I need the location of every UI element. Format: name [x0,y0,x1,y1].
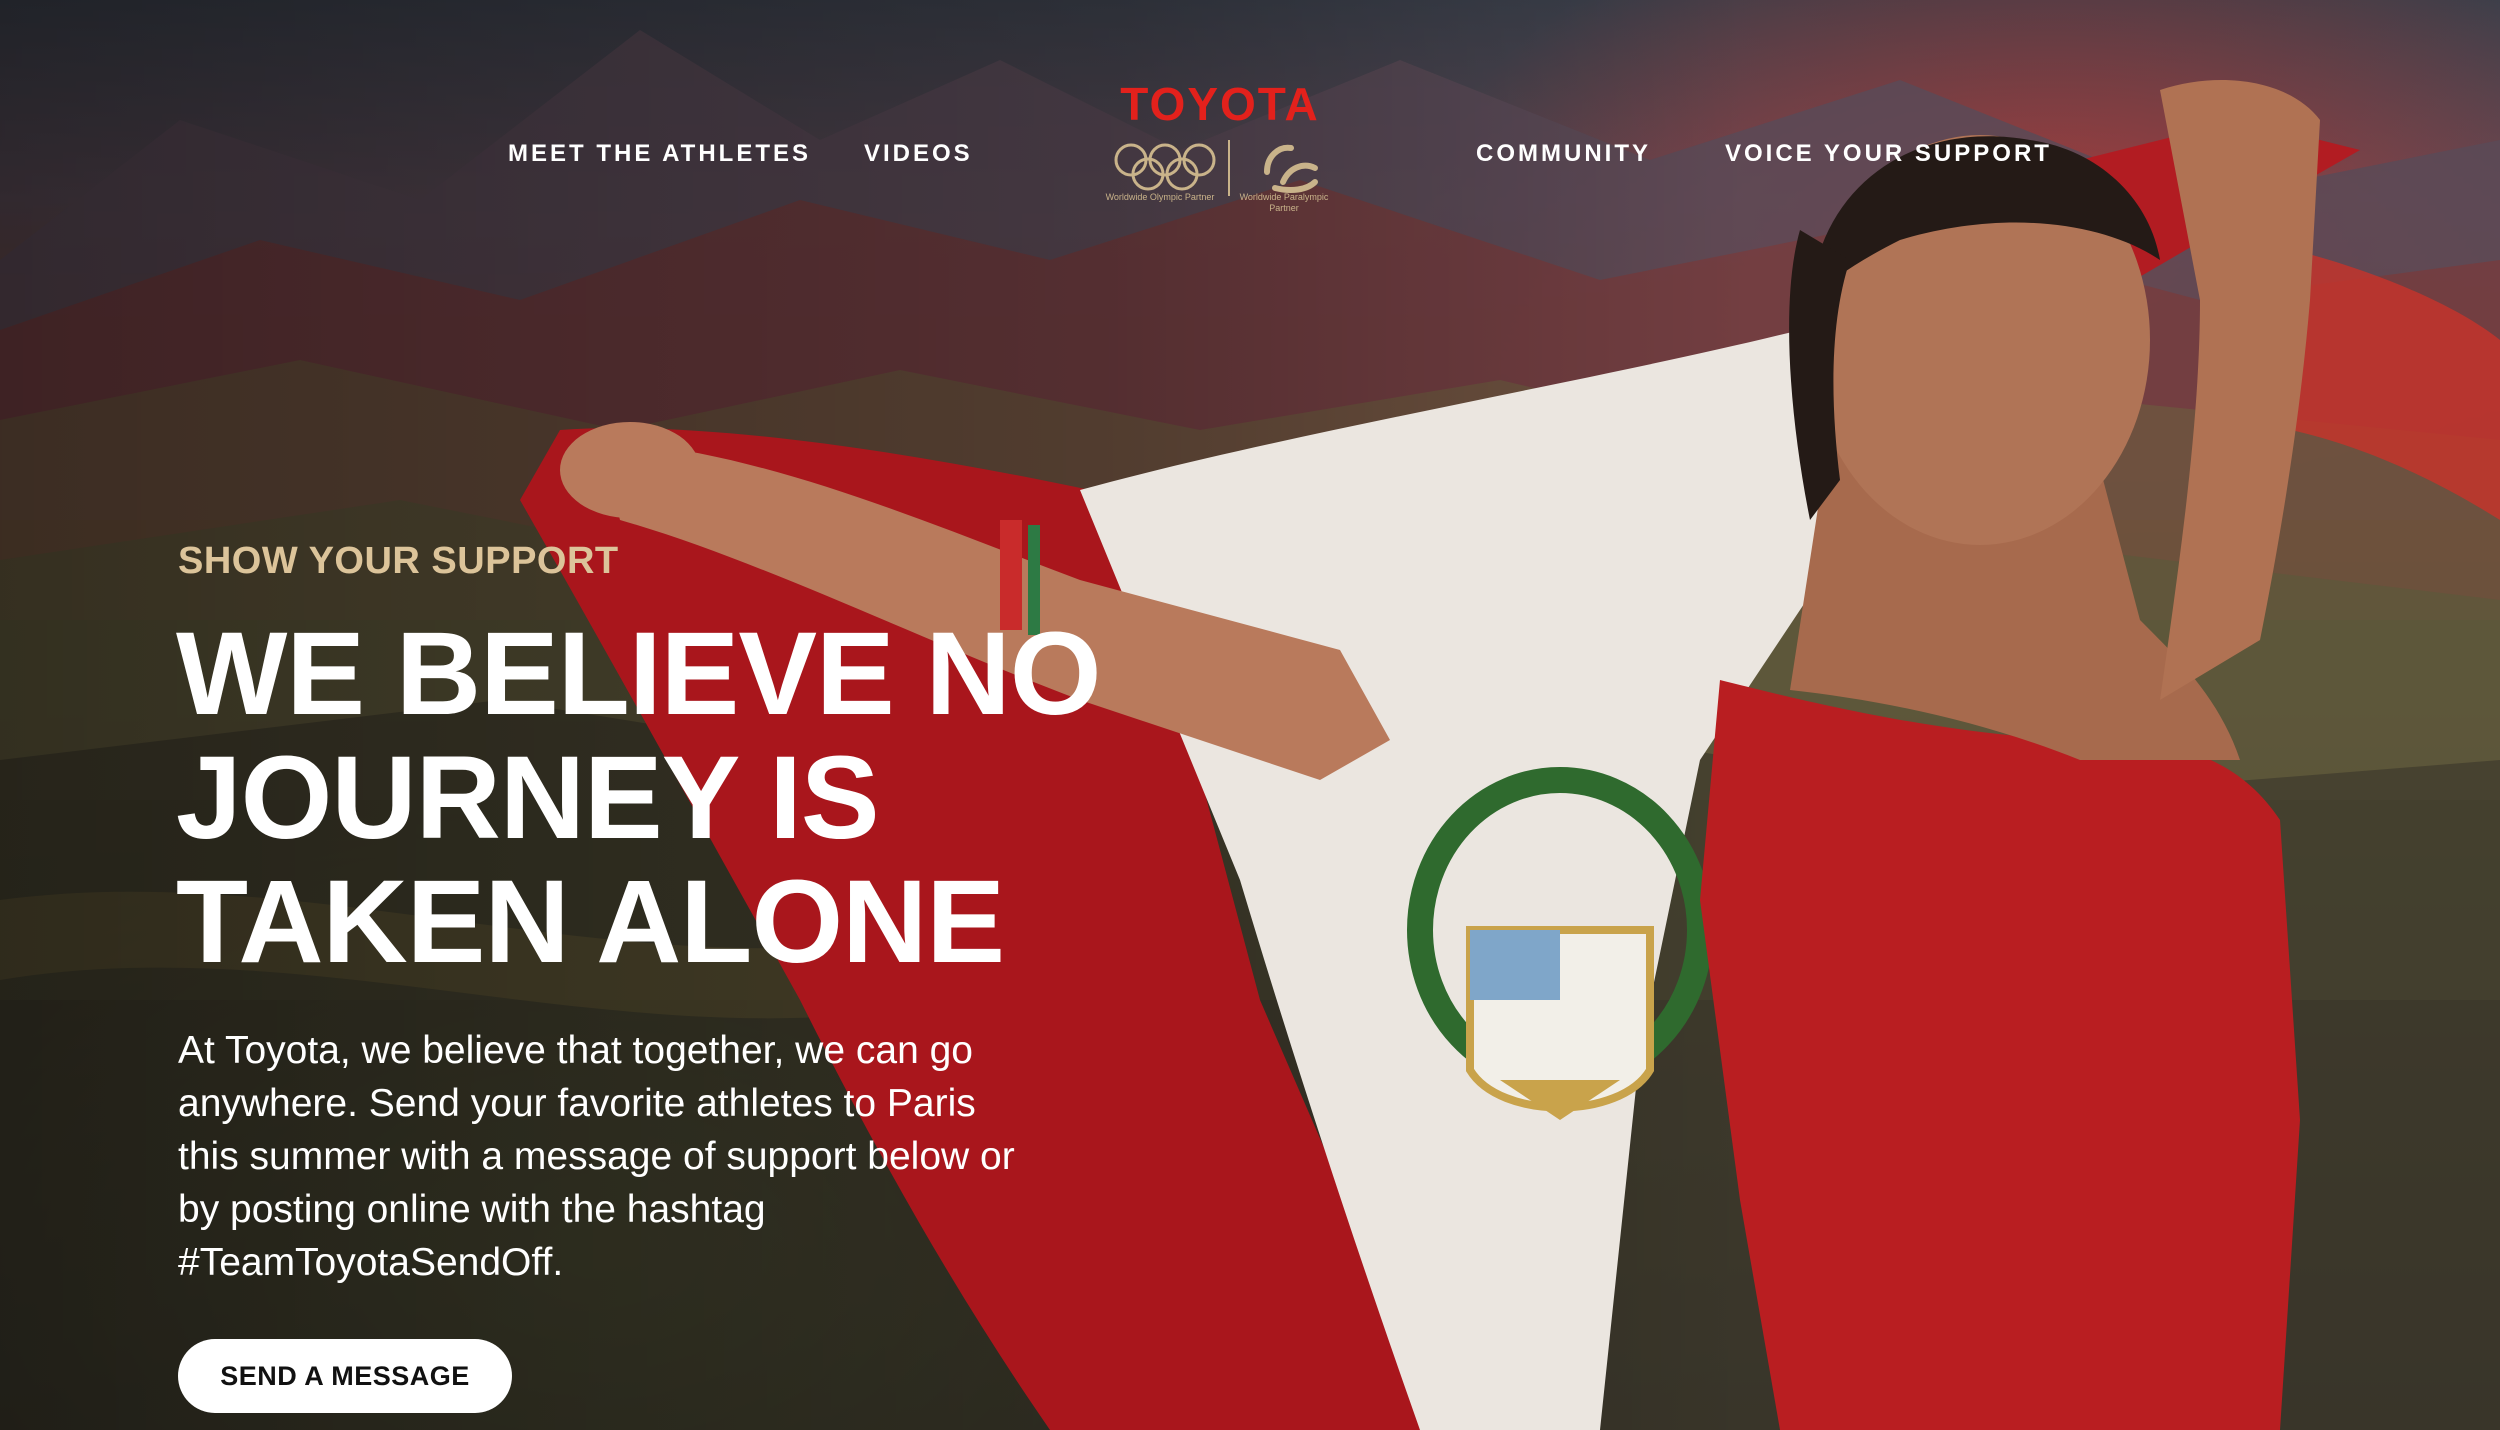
nav-meet-the-athletes[interactable]: MEET THE ATHLETES [508,140,811,168]
hero-body-copy: At Toyota, we believe that together, we … [178,1024,1138,1289]
body-line: At Toyota, we believe that together, we … [178,1029,973,1072]
eyebrow-text: SHOW YOUR SUPPORT [178,540,619,582]
nav-voice-your-support[interactable]: VOICE YOUR SUPPORT [1725,140,2052,168]
hero-section: MEET THE ATHLETES VIDEOS COMMUNITY VOICE… [0,0,2500,1430]
olympic-partner-caption: Worldwide Olympic Partner [1105,192,1215,202]
body-line: by posting online with the hashtag [178,1188,766,1231]
toyota-logo[interactable]: TOYOTA Worldwide Olympic Partner Worldwi… [1105,78,1335,228]
toyota-wordmark: TOYOTA [1120,78,1320,130]
headline-line: WE BELIEVE NO [176,608,1102,740]
body-line: anywhere. Send your favorite athletes to… [178,1082,976,1125]
headline-line: JOURNEY IS [176,732,880,864]
nav-videos[interactable]: VIDEOS [864,140,973,168]
body-line: this summer with a message of support be… [178,1135,1015,1178]
paralympic-agitos-icon [1264,144,1318,193]
headline-line: TAKEN ALONE [176,856,1005,988]
send-a-message-button[interactable]: SEND A MESSAGE [178,1339,512,1413]
nav-community[interactable]: COMMUNITY [1476,140,1651,168]
hero-headline: WE BELIEVE NO JOURNEY IS TAKEN ALONE [176,612,1176,984]
body-line: #TeamToyotaSendOff. [178,1241,564,1284]
paralympic-partner-caption: Worldwide Paralympic Partner [1239,192,1329,213]
partner-marks [1113,138,1333,228]
